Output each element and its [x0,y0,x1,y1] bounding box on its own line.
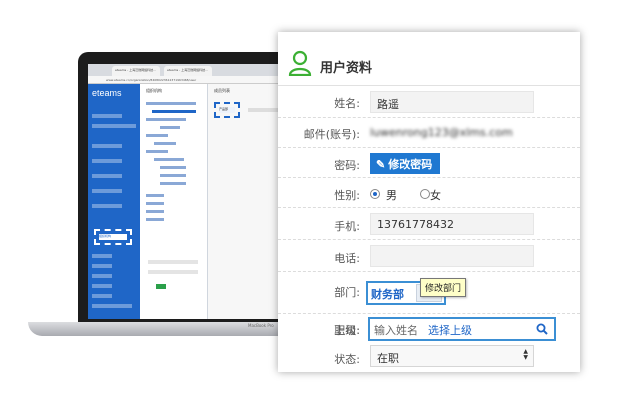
tree-node[interactable] [160,174,186,177]
superior-label: 上司: [334,324,360,337]
app-logo: eteams [92,88,122,98]
email-label: 邮件(账号): [303,128,360,141]
user-profile-card: 用户资料 姓名: 路遥 邮件(账号): luwenrong123@xlms.co… [278,32,580,372]
name-label: 姓名: [334,97,360,110]
sidebar-item[interactable] [92,144,122,148]
form-field[interactable] [148,270,198,274]
sidebar-item[interactable] [92,174,122,178]
field-row-superior: 上司: 输入姓名 选择上级 [278,312,580,342]
sidebar-item[interactable] [92,114,122,118]
sidebar-item[interactable] [92,204,122,208]
department-tooltip: 修改部门 [420,278,467,297]
gender-female-label: 女 [430,189,441,202]
sidebar-item-organization[interactable]: 组织机构 [99,234,127,240]
confirm-button[interactable] [156,284,166,289]
browser-tab[interactable]: eteams - 上海泛微网络科技... [112,66,160,76]
tree-node[interactable] [146,194,164,197]
phone-input[interactable] [370,245,534,267]
sidebar-item[interactable] [92,189,122,193]
member-item[interactable]: 产品部 [219,107,235,113]
sidebar-item[interactable] [92,304,132,308]
tree-header: 组织机构 [146,88,162,93]
password-label: 密码: [334,159,360,172]
status-select[interactable]: 在职 ▲ ▼ [370,345,534,367]
gender-male-label: 男 [386,189,397,202]
gender-radio-female[interactable] [420,189,430,199]
card-title: 用户资料 [320,61,373,76]
sidebar-item[interactable] [92,124,136,128]
sidebar-item[interactable] [92,254,112,258]
status-label: 状态: [334,353,360,366]
tree-node[interactable] [146,102,196,105]
tree-node[interactable] [146,134,168,137]
select-superior-link[interactable]: 选择上级 [428,322,472,338]
mobile-label: 手机: [334,220,360,233]
email-value: luwenrong123@xlms.com [370,126,513,139]
change-password-label: 修改密码 [388,158,433,171]
content-highlight: 产品部 [214,102,240,118]
tree-node[interactable] [154,158,184,161]
field-row-email: 邮件(账号): luwenrong123@xlms.com [278,118,580,148]
gender-radio-male[interactable] [370,189,380,199]
change-password-button[interactable]: ✎ 修改密码 [370,153,440,174]
tree-node[interactable] [146,118,186,121]
app-sidebar: eteams 组织机构 [88,84,140,319]
tree-node[interactable] [160,182,186,185]
tree-node[interactable] [152,110,196,113]
browser-tab[interactable]: eteams - 上海泛微网络科技... [164,66,212,76]
field-row-password: 密码: ✎ 修改密码 [278,148,580,178]
tree-node[interactable] [146,150,168,153]
tree-node[interactable] [146,210,164,213]
content-header: 成员列表 [214,88,230,93]
field-row-gender: 性别: 男 女 [278,178,580,208]
field-row-name: 姓名: 路遥 [278,86,580,118]
user-icon [288,50,312,76]
form-field[interactable] [148,260,198,264]
sidebar-item[interactable] [92,159,122,163]
name-input[interactable]: 路遥 [370,91,534,113]
sidebar-item[interactable] [92,294,112,298]
gender-label: 性别: [334,189,360,202]
sidebar-item[interactable] [92,264,112,268]
tree-node[interactable] [160,166,186,169]
sidebar-highlight: 组织机构 [94,229,132,245]
card-header: 用户资料 [278,32,580,86]
mobile-input[interactable]: 13761778432 [370,213,534,235]
pencil-icon: ✎ [376,158,389,171]
field-row-status: 状态: 在职 ▲ ▼ [278,342,580,372]
superior-placeholder: 输入姓名 [374,324,418,337]
tree-node[interactable] [146,202,164,205]
select-arrows-icon: ▲▼ [523,348,528,361]
sidebar-item[interactable] [92,274,112,278]
phone-label: 电话: [334,252,360,265]
field-row-mobile: 手机: 13761778432 [278,208,580,240]
sidebar-item[interactable] [92,284,112,288]
tree-node[interactable] [160,126,180,129]
org-tree: 组织机构 [140,84,208,319]
tree-node[interactable] [154,142,176,145]
status-value: 在职 [377,352,399,365]
field-row-phone: 电话: [278,240,580,272]
superior-input[interactable]: 输入姓名 选择上级 [368,317,556,341]
search-icon[interactable] [536,323,548,335]
tree-node[interactable] [146,218,164,221]
laptop-model-label: MacBook Pro [248,323,274,328]
